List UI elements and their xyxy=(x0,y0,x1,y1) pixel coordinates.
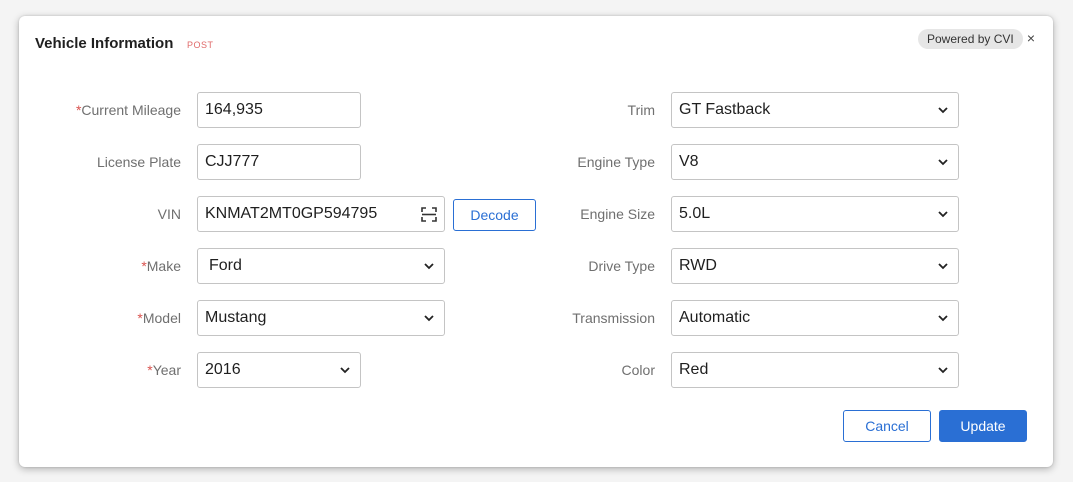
update-button[interactable]: Update xyxy=(939,410,1027,442)
trim-label: Trim xyxy=(627,102,655,118)
chevron-down-icon xyxy=(938,159,948,166)
current-mileage-label: *Current Mileage xyxy=(75,102,181,118)
license-plate-label: License Plate xyxy=(96,154,181,170)
chevron-down-icon xyxy=(938,367,948,374)
chevron-down-icon xyxy=(938,315,948,322)
close-icon[interactable]: × xyxy=(1024,28,1038,48)
engine-type-select[interactable]: V8 xyxy=(671,144,959,180)
model-label: *Model xyxy=(137,310,181,326)
chevron-down-icon xyxy=(938,211,948,218)
engine-type-label: Engine Type xyxy=(577,154,655,170)
dialog-title: Vehicle Information xyxy=(35,35,174,52)
barcode-scan-icon[interactable] xyxy=(421,207,437,222)
powered-by-badge: Powered by CVI xyxy=(918,29,1023,49)
color-label: Color xyxy=(621,362,655,378)
current-mileage-input[interactable]: 164,935 xyxy=(197,92,361,128)
vin-label: VIN xyxy=(157,206,181,222)
transmission-select[interactable]: Automatic xyxy=(671,300,959,336)
engine-size-select[interactable]: 5.0L xyxy=(671,196,959,232)
color-select[interactable]: Red xyxy=(671,352,959,388)
engine-size-label: Engine Size xyxy=(580,206,655,222)
model-select[interactable]: Mustang xyxy=(197,300,445,336)
chevron-down-icon xyxy=(938,107,948,114)
chevron-down-icon xyxy=(424,263,434,270)
cancel-button[interactable]: Cancel xyxy=(843,410,931,442)
make-label: *Make xyxy=(141,258,181,274)
drive-type-select[interactable]: RWD xyxy=(671,248,959,284)
chevron-down-icon xyxy=(424,315,434,322)
trim-select[interactable]: GT Fastback xyxy=(671,92,959,128)
license-plate-input[interactable]: CJJ777 xyxy=(197,144,361,180)
transmission-label: Transmission xyxy=(572,310,655,326)
vin-input[interactable]: KNMAT2MT0GP594795 xyxy=(197,196,445,232)
chevron-down-icon xyxy=(938,263,948,270)
drive-type-label: Drive Type xyxy=(588,258,655,274)
make-select[interactable]: Ford xyxy=(197,248,445,284)
vehicle-information-dialog: Vehicle Information POST Powered by CVI … xyxy=(19,16,1053,467)
year-label: *Year xyxy=(147,362,181,378)
year-select[interactable]: 2016 xyxy=(197,352,361,388)
request-method-tag: POST xyxy=(187,40,214,50)
chevron-down-icon xyxy=(340,367,350,374)
